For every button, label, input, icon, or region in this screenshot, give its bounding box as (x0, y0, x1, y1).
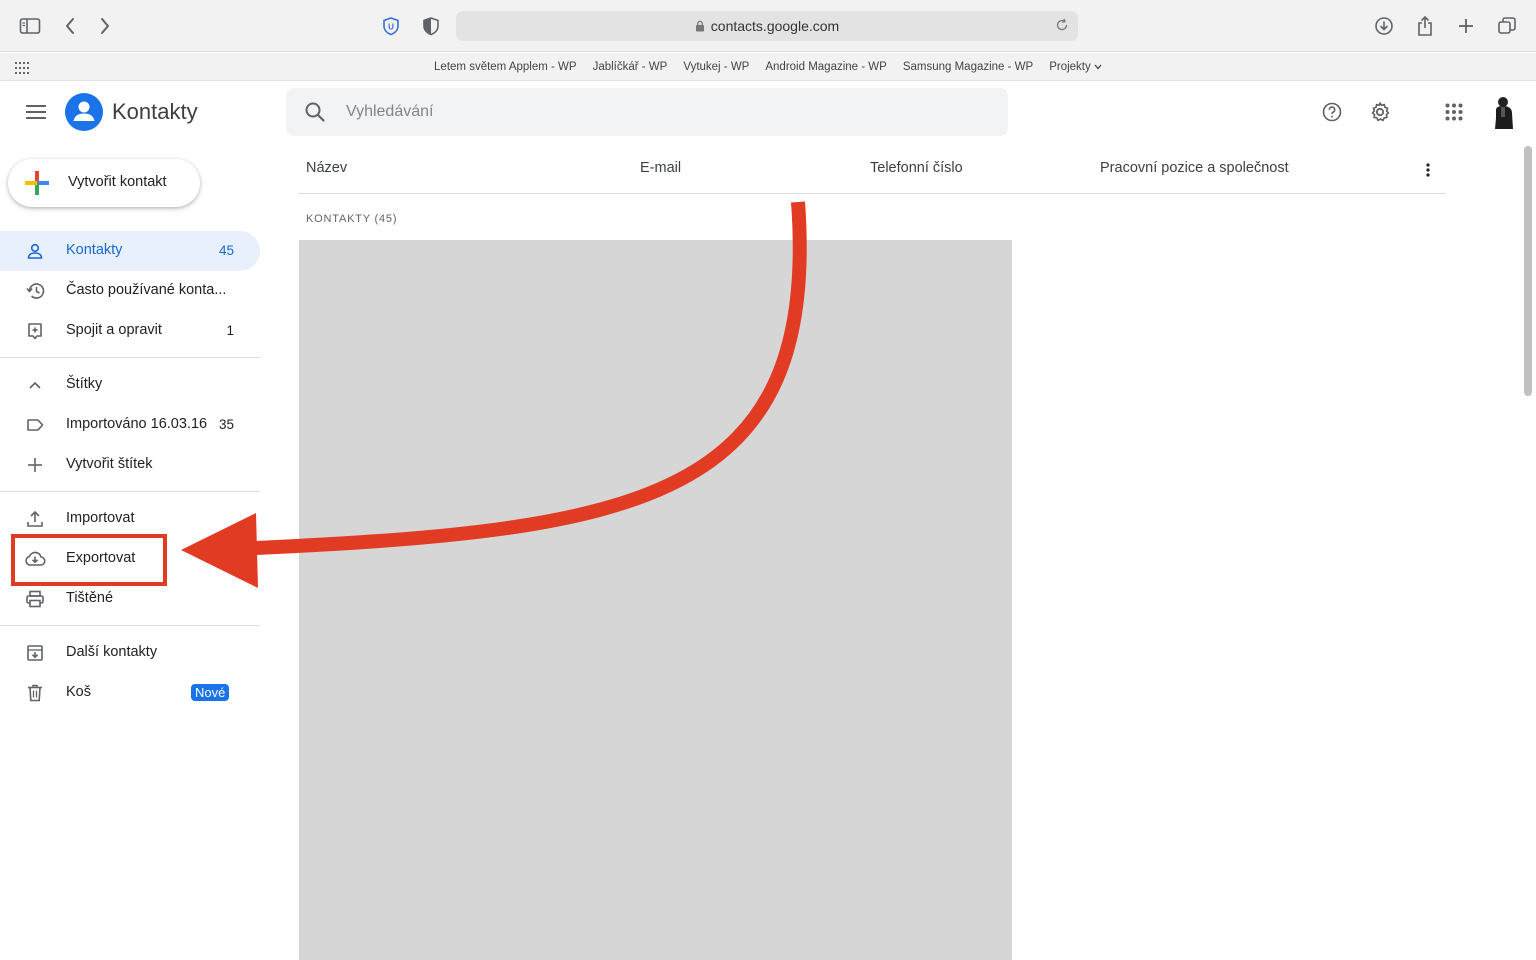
history-icon (24, 281, 46, 301)
upload-icon (24, 509, 46, 529)
main-menu-button[interactable] (20, 96, 52, 128)
search-bar[interactable] (286, 88, 1008, 136)
sidebar-item-import[interactable]: Importovat (0, 499, 260, 539)
bookmark-folder[interactable]: Projekty (1049, 61, 1102, 73)
search-icon[interactable] (304, 101, 326, 128)
imported-count: 35 (218, 417, 234, 432)
url-text: contacts.google.com (710, 18, 840, 34)
password-shield-icon[interactable]: U (379, 14, 403, 38)
sidebar-item-label: Tištěné (66, 590, 114, 606)
svg-text:U: U (388, 23, 394, 32)
sidebar-item-merge-fix[interactable]: Spojit a opravit 1 (0, 311, 260, 351)
sidebar-item-label: Kontakty (66, 242, 123, 258)
archive-download-icon (24, 643, 46, 663)
sidebar-item-label: Vytvořit štítek (66, 456, 153, 472)
apps-grid-icon[interactable] (1439, 97, 1469, 127)
help-icon[interactable] (1317, 97, 1347, 127)
sidebar-item-create-label[interactable]: Vytvořit štítek (0, 445, 260, 485)
column-header-job[interactable]: Pracovní pozice a společnost (1100, 160, 1289, 176)
scrollbar[interactable] (1524, 146, 1532, 396)
sidebar-divider (0, 357, 260, 358)
more-vert-icon[interactable] (1418, 159, 1438, 181)
sidebar-item-imported-label[interactable]: Importováno 16.03.16 35 (0, 405, 260, 445)
share-icon[interactable] (1413, 14, 1437, 38)
sidebar-item-label: Spojit a opravit (66, 322, 162, 338)
contacts-logo-icon[interactable] (65, 93, 103, 131)
create-contact-button[interactable]: Vytvořit kontakt (8, 159, 200, 207)
header-divider (298, 193, 1446, 194)
privacy-shield-icon[interactable] (419, 14, 443, 38)
settings-gear-icon[interactable] (1365, 97, 1395, 127)
new-badge: Nové (191, 684, 230, 701)
sidebar-item-trash[interactable]: Koš Nové (0, 673, 260, 713)
sidebar-item-labels-toggle[interactable]: Štítky (0, 365, 260, 405)
bookmark-folder-label: Projekty (1049, 61, 1091, 73)
sidebar-item-label: Importovat (66, 510, 135, 526)
printer-icon (24, 589, 46, 609)
sidebar-item-label: Importováno 16.03.16 (66, 416, 208, 432)
merge-fix-icon (24, 321, 46, 341)
contacts-list-redacted (299, 240, 1012, 960)
sidebar-divider (0, 625, 260, 626)
contacts-count: 45 (218, 243, 234, 258)
highlight-box (11, 534, 167, 586)
bookmarks-bar: Letem světem Applem - WP Jablíčkář - WP … (0, 53, 1536, 81)
bookmark-item[interactable]: Letem světem Applem - WP (434, 61, 577, 73)
sidebar-toggle-icon[interactable] (18, 14, 42, 38)
screen: U contacts.google.com Letem světem Apple… (0, 0, 1536, 960)
lock-icon (695, 20, 705, 32)
sidebar-item-label: Často používané konta... (66, 282, 227, 298)
colorful-plus-icon (24, 170, 50, 201)
sidebar-item-contacts[interactable]: Kontakty 45 (0, 231, 260, 271)
column-header-email[interactable]: E-mail (640, 160, 681, 176)
create-contact-label: Vytvořit kontakt (68, 174, 167, 190)
tab-overview-icon[interactable] (1495, 14, 1519, 38)
chevron-up-icon (24, 375, 46, 395)
column-header-name[interactable]: Název (306, 160, 347, 176)
account-avatar[interactable] (1488, 94, 1520, 130)
hamburger-icon (26, 105, 46, 119)
sidebar-item-label: Koš (66, 684, 91, 700)
trash-icon (24, 683, 46, 703)
sidebar-item-frequent[interactable]: Často používané konta... (0, 271, 260, 311)
browser-toolbar: U contacts.google.com (0, 0, 1536, 52)
bookmark-list: Letem světem Applem - WP Jablíčkář - WP … (0, 53, 1536, 81)
back-icon[interactable] (58, 14, 82, 38)
sidebar-item-label: Další kontakty (66, 644, 158, 660)
app-title: Kontakty (112, 99, 198, 124)
reload-icon[interactable] (1054, 17, 1070, 33)
bookmark-item[interactable]: Android Magazine - WP (765, 61, 886, 73)
contacts-section-label: KONTAKTY (45) (306, 213, 398, 225)
merge-fix-count: 1 (226, 323, 234, 338)
plus-icon (24, 455, 46, 475)
downloads-icon[interactable] (1372, 14, 1396, 38)
column-header-phone[interactable]: Telefonní číslo (870, 160, 963, 176)
app-header: Kontakty (0, 82, 1536, 142)
label-tag-icon (24, 415, 46, 435)
sidebar-divider (0, 491, 260, 492)
sidebar-item-label: Štítky (66, 376, 103, 392)
chevron-down-icon (1094, 64, 1102, 70)
sidebar-item-other-contacts[interactable]: Další kontakty (0, 633, 260, 673)
address-bar[interactable]: contacts.google.com (456, 11, 1078, 41)
person-icon (24, 241, 46, 261)
bookmark-item[interactable]: Samsung Magazine - WP (903, 61, 1033, 73)
search-input[interactable] (346, 100, 946, 124)
bookmark-item[interactable]: Vytukej - WP (683, 61, 749, 73)
new-tab-icon[interactable] (1454, 14, 1478, 38)
bookmark-item[interactable]: Jablíčkář - WP (593, 61, 668, 73)
forward-icon[interactable] (93, 14, 117, 38)
